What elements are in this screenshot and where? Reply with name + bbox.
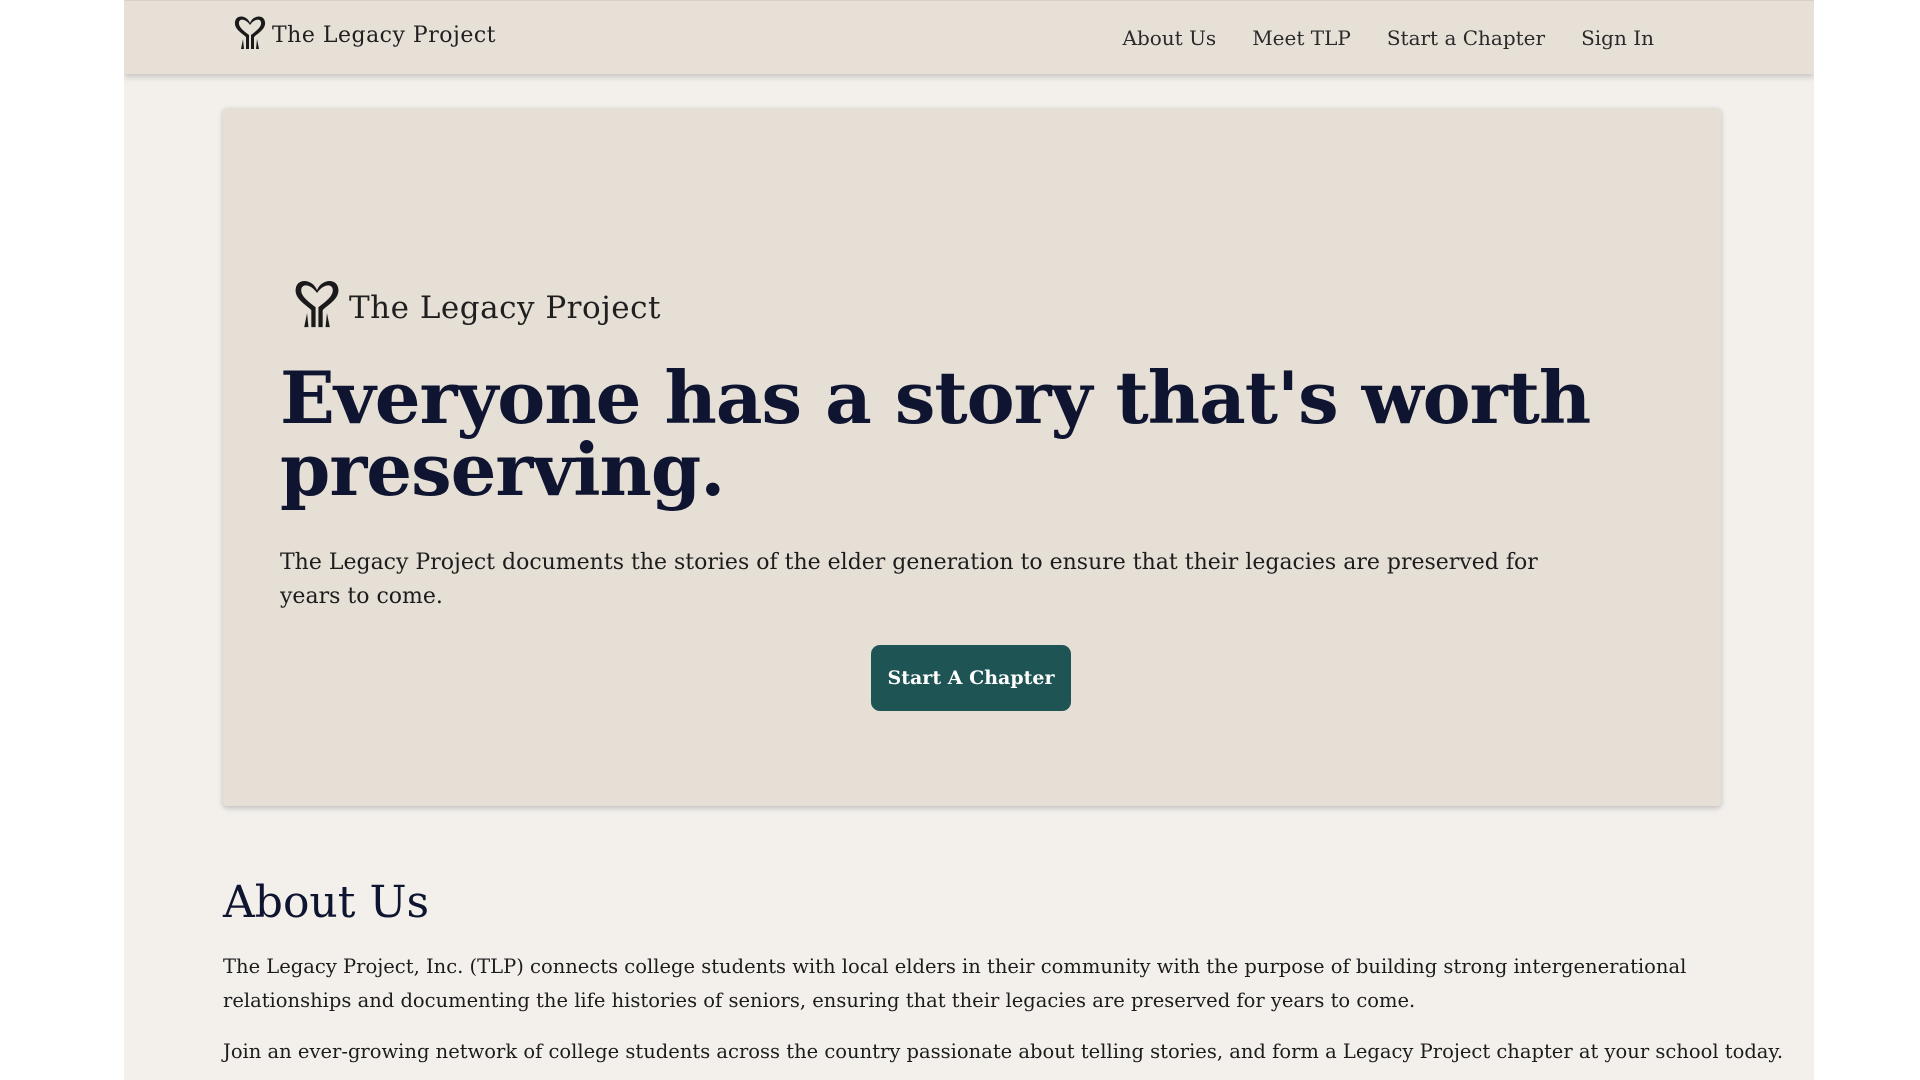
nav-links: About Us Meet TLP Start a Chapter Sign I… [1123,1,1654,74]
hero-subtitle: The Legacy Project documents the stories… [280,550,1538,609]
navbar: The Legacy Project About Us Meet TLP Sta… [124,0,1814,74]
heart-hands-icon [234,16,266,49]
start-a-chapter-button[interactable]: Start A Chapter [871,645,1071,711]
about-us-heading: About Us [223,877,430,928]
nav-link-about-us[interactable]: About Us [1123,26,1217,50]
page: The Legacy Project About Us Meet TLP Sta… [124,0,1814,1080]
nav-logo-text: The Legacy Project [272,22,496,48]
hero-logo-text: The Legacy Project [349,290,661,326]
heart-hands-icon [295,280,339,328]
hero-title: Everyone has a story that's worth preser… [280,355,1591,512]
about-us-paragraph-2: Join an ever-growing network of college … [223,1040,1784,1063]
about-us-paragraph-1: The Legacy Project, Inc. (TLP) connects … [223,955,1687,1012]
hero-logo: The Legacy Project [291,276,661,330]
nav-link-start-a-chapter[interactable]: Start a Chapter [1387,26,1545,50]
nav-logo[interactable]: The Legacy Project [232,11,496,53]
nav-link-sign-in[interactable]: Sign In [1581,26,1654,50]
hero-card: The Legacy Project Everyone has a story … [223,108,1721,806]
nav-link-meet-tlp[interactable]: Meet TLP [1252,26,1351,50]
